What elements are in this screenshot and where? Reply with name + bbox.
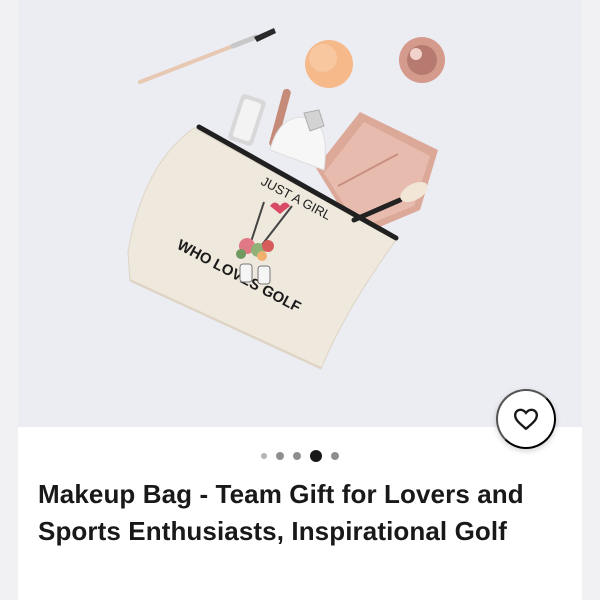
pagination-dot-2[interactable] <box>276 452 284 460</box>
right-margin <box>582 0 600 600</box>
favorite-button[interactable] <box>496 389 556 449</box>
powder-jar <box>399 37 445 83</box>
image-pagination <box>0 447 600 465</box>
heart-icon <box>513 408 539 431</box>
makeup-sponge <box>305 40 353 88</box>
pagination-dot-5[interactable] <box>331 452 339 460</box>
pagination-dot-1[interactable] <box>261 453 267 459</box>
pagination-dot-3[interactable] <box>293 452 301 460</box>
product-image[interactable]: JUST A GIRL WHO LOVES GOLF <box>18 0 582 427</box>
pagination-dot-4-active[interactable] <box>310 450 322 462</box>
listing-title: Makeup Bag - Team Gift for Lovers and Sp… <box>38 479 524 546</box>
left-margin <box>0 0 18 600</box>
